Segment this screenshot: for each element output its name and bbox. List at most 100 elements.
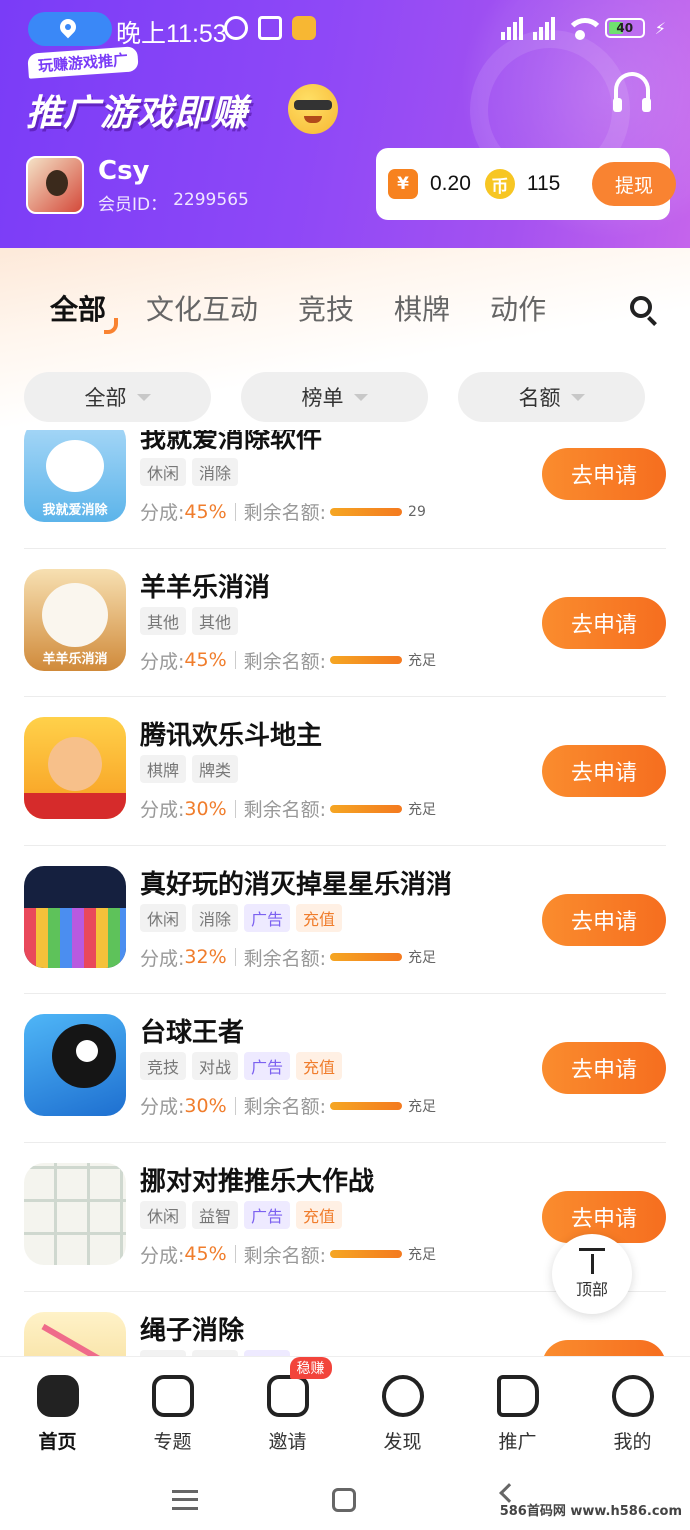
- charging-icon: ⚡: [654, 18, 666, 38]
- rope-game-icon[interactable]: [24, 1311, 126, 1356]
- member-id-label: 会员ID：: [98, 195, 168, 215]
- share-label: 分成:: [140, 650, 185, 673]
- apply-button[interactable]: 去申请: [542, 893, 666, 946]
- filter-dropdown-1[interactable]: 榜单: [241, 372, 428, 422]
- menu-icon[interactable]: [172, 1490, 198, 1510]
- sheep-game-icon[interactable]: 羊羊乐消消: [24, 568, 126, 671]
- landlord-game-icon[interactable]: 聚会开黑: [24, 717, 126, 820]
- apply-button[interactable]: 去申请: [542, 448, 666, 500]
- share-info: 分成: 45% 剩余名额: 充足: [140, 647, 436, 674]
- game-row[interactable]: 羊羊乐消消 羊羊乐消消 其他 其他 分成: 45% 剩余名额: 充足 去申请: [24, 549, 666, 698]
- cat-game-icon[interactable]: 我就爱消除: [24, 430, 126, 522]
- apply-button[interactable]: 去申请: [542, 1339, 666, 1356]
- game-tag: 广告: [244, 1052, 291, 1081]
- system-nav-bar: 586首码网 www.h586.com: [0, 1466, 690, 1530]
- customer-service-icon[interactable]: [613, 72, 651, 112]
- game-row[interactable]: 聚会开黑 腾讯欢乐斗地主 棋牌 牌类 分成: 30% 剩余名额: 充足 去申请: [24, 697, 666, 846]
- nav-badge: 稳赚: [289, 1357, 332, 1379]
- tag-list: 竞技 对战 广告 充值: [140, 1052, 343, 1081]
- nav-item-0[interactable]: 首页: [8, 1357, 108, 1466]
- back-to-top-button[interactable]: 顶部: [552, 1234, 632, 1314]
- tab-2[interactable]: 竞技: [298, 288, 354, 328]
- share-label: 分成:: [140, 502, 185, 524]
- tab-4[interactable]: 动作: [490, 288, 546, 328]
- game-tag: 休闲: [140, 903, 187, 932]
- tab-1[interactable]: 文化互动: [146, 288, 258, 328]
- search-icon[interactable]: [630, 296, 652, 318]
- profile-face-icon: [611, 1375, 654, 1417]
- share-percent: 45%: [184, 500, 227, 523]
- quota-value: 充足: [408, 950, 437, 967]
- share-info: 分成: 30% 剩余名额: 充足: [140, 1092, 436, 1119]
- divider: [234, 502, 236, 521]
- game-name: 挪对对推推乐大作战: [140, 1166, 375, 1197]
- nav-item-2[interactable]: 邀请 稳赚: [238, 1357, 338, 1466]
- apply-button[interactable]: 去申请: [542, 1042, 666, 1095]
- quota-bar: [330, 507, 403, 516]
- avatar[interactable]: [26, 156, 84, 214]
- signal-icon-2: [532, 16, 555, 40]
- invite-icon: [266, 1375, 309, 1417]
- game-row[interactable]: 台球王者 竞技 对战 广告 充值 分成: 30% 剩余名额: 充足 去申请: [24, 994, 666, 1143]
- quota-bar: [330, 1101, 403, 1110]
- quota-bar: [330, 804, 403, 813]
- compass-icon: [381, 1375, 424, 1417]
- yuan-icon: ¥: [388, 169, 418, 199]
- tab-0[interactable]: 全部: [50, 288, 119, 334]
- filter-dropdown-2[interactable]: 名额: [458, 372, 645, 422]
- member-id-line: 会员ID： 2299565: [98, 190, 249, 215]
- nav-label: 邀请: [268, 1431, 307, 1453]
- game-tag: 充值: [296, 1200, 343, 1229]
- topic-icon: [151, 1375, 194, 1417]
- tab-3[interactable]: 棋牌: [394, 288, 450, 328]
- game-tag: 其他: [140, 606, 187, 635]
- game-name: 绳子消除: [140, 1315, 245, 1346]
- home-icon[interactable]: [332, 1488, 356, 1512]
- share-info: 分成: 30% 剩余名额: 充足: [140, 795, 436, 822]
- quota-label: 剩余名额:: [243, 650, 327, 673]
- game-name: 我就爱消除软件: [140, 430, 323, 454]
- filter-dropdown-0[interactable]: 全部: [24, 372, 211, 422]
- mahjong-game-icon[interactable]: [24, 1162, 126, 1265]
- game-tag: 其他: [192, 606, 239, 635]
- nav-item-1[interactable]: 专题: [123, 1357, 223, 1466]
- tag-list: 休闲 益智 广告 充值: [140, 1200, 343, 1229]
- apply-button[interactable]: 去申请: [542, 596, 666, 649]
- app-notification-icon: [292, 16, 316, 40]
- filter-label: 名额: [518, 386, 561, 410]
- star-block-game-icon[interactable]: [24, 865, 126, 968]
- quota-value: 充足: [408, 653, 437, 670]
- quota-value: 充足: [408, 1098, 437, 1115]
- quota-bar: [330, 1250, 403, 1259]
- nav-item-5[interactable]: 我的: [583, 1357, 683, 1466]
- tag-list: 休闲 消除 广告 充值: [140, 903, 343, 932]
- quota-value: 29: [408, 503, 426, 520]
- game-list[interactable]: 我就爱消除 我就爱消除软件 休闲 消除 分成: 45% 剩余名额: 29 去申请 羊羊乐消消 羊羊乐…: [0, 430, 690, 1356]
- nav-item-4[interactable]: 推广: [468, 1357, 568, 1466]
- caret-down-icon: [353, 393, 368, 401]
- withdraw-button[interactable]: 提现: [592, 162, 676, 206]
- location-pin-icon: [56, 15, 80, 39]
- coin-icon: 币: [484, 169, 515, 199]
- quota-label: 剩余名额:: [243, 799, 327, 822]
- quota-label: 剩余名额:: [243, 1244, 327, 1267]
- game-name: 羊羊乐消消: [140, 572, 271, 603]
- game-tag: 休闲: [140, 1200, 187, 1229]
- nfc-icon: [258, 16, 282, 40]
- nav-label: 推广: [498, 1431, 537, 1453]
- filter-label: 榜单: [301, 386, 344, 410]
- arrow-up-icon: [579, 1248, 605, 1274]
- tag-list: 其他 其他: [140, 606, 239, 635]
- share-percent: 30%: [184, 797, 227, 820]
- game-row[interactable]: 真好玩的消灭掉星星乐消消 休闲 消除 广告 充值 分成: 32% 剩余名额: 充足 去申请: [24, 846, 666, 995]
- nav-item-3[interactable]: 发现: [353, 1357, 453, 1466]
- game-tag: 广告: [244, 903, 291, 932]
- quota-label: 剩余名额:: [243, 502, 327, 524]
- game-row[interactable]: 我就爱消除 我就爱消除软件 休闲 消除 分成: 45% 剩余名额: 29 去申请: [24, 430, 666, 549]
- apply-button[interactable]: 去申请: [542, 745, 666, 798]
- share-label: 分成:: [140, 947, 185, 970]
- status-time: 晚上11:53: [116, 20, 227, 48]
- game-tag: 牌类: [192, 755, 239, 784]
- billiards-game-icon[interactable]: [24, 1014, 126, 1117]
- filter-bar: 全部 榜单 名额: [24, 372, 645, 422]
